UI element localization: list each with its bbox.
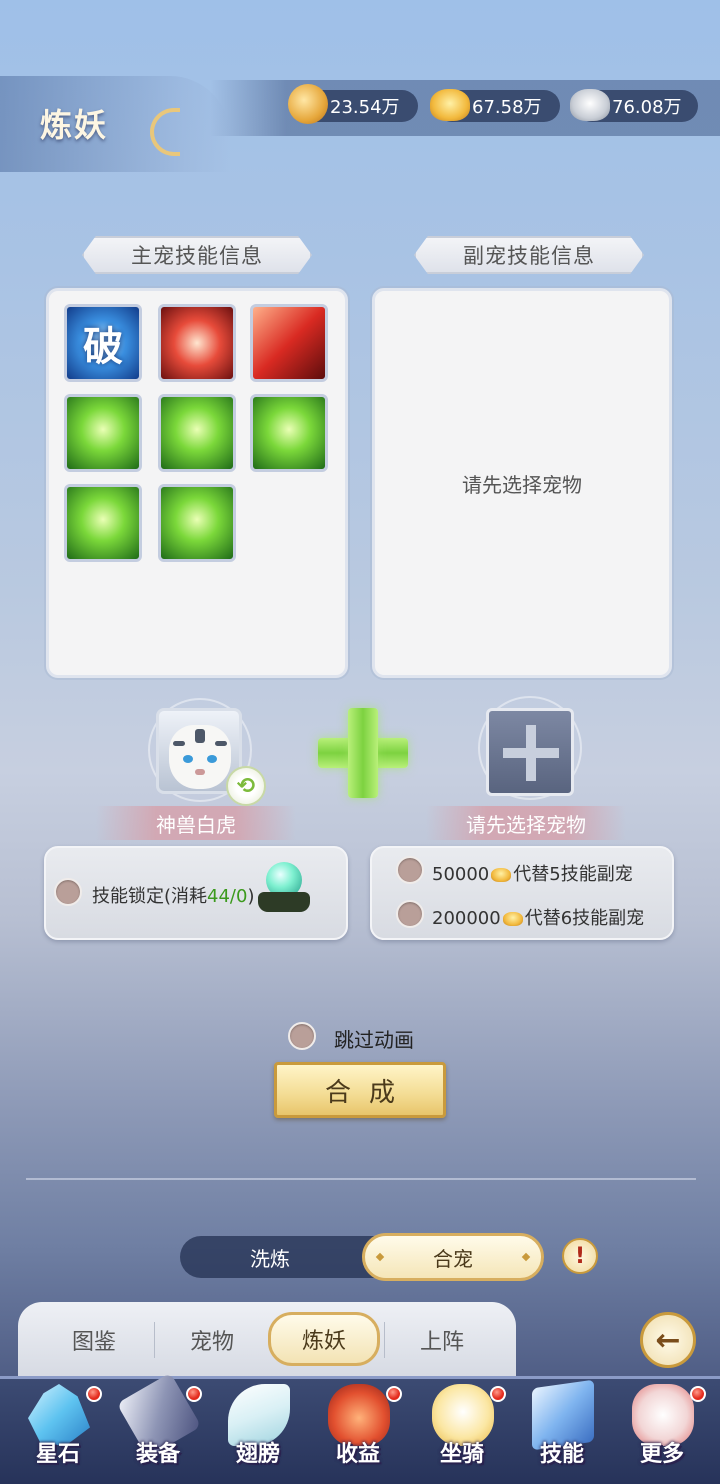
white-tiger-icon: [169, 725, 231, 789]
nav-label: 坐骑: [439, 1442, 484, 1467]
break-skill-icon[interactable]: 破: [64, 304, 142, 382]
swap-pet-icon[interactable]: ⟲: [226, 766, 266, 806]
nav-star-stone[interactable]: 星石: [10, 1380, 106, 1480]
spirit-orb-icon: [258, 862, 310, 912]
nav-equipment[interactable]: 装备: [110, 1372, 206, 1480]
replace-5-label: 50000 代替5技能副宠: [432, 864, 633, 885]
skip-animation-label: 跳过动画: [334, 1028, 414, 1052]
resource-silver[interactable]: 76.08万: [570, 89, 698, 122]
wind-dash-skill-icon[interactable]: [64, 394, 142, 472]
skip-animation-radio[interactable]: [288, 1022, 316, 1050]
swift-run-skill-icon[interactable]: [250, 394, 328, 472]
tab-refine[interactable]: 洗炼: [180, 1236, 360, 1278]
sub-panel-empty-text: 请先选择宠物: [462, 472, 582, 497]
title-plate: [0, 76, 230, 172]
notification-badge: [386, 1386, 402, 1402]
tab-merge-pet[interactable]: 合宠: [362, 1233, 544, 1281]
notification-badge: [186, 1386, 202, 1402]
main-pet-name: 神兽白虎: [96, 806, 296, 840]
tab-divider: [154, 1322, 155, 1358]
skill-lock-label: 技能锁定(消耗44/0): [92, 886, 255, 907]
forest-sword-skill-icon[interactable]: [158, 484, 236, 562]
gold-ingot-icon: [502, 912, 523, 926]
plus-icon-vertical: [348, 708, 378, 798]
spirit-shadow-skill-icon[interactable]: [64, 484, 142, 562]
nav-label: 翅膀: [235, 1442, 280, 1467]
resource-value: 23.54万: [330, 97, 400, 118]
skill-lock-radio[interactable]: [54, 878, 82, 906]
silver-ingot-icon: [570, 89, 610, 121]
notification-badge: [490, 1386, 506, 1402]
add-sub-pet-button[interactable]: [486, 708, 574, 796]
tab-deploy[interactable]: 上阵: [386, 1316, 498, 1364]
resource-value: 76.08万: [612, 97, 682, 118]
replace-6-label: 200000 代替6技能副宠: [432, 908, 645, 929]
nav-label: 星石: [35, 1442, 80, 1467]
nav-wings[interactable]: 翅膀: [210, 1380, 306, 1480]
tab-encyclopedia[interactable]: 图鉴: [38, 1316, 150, 1364]
divider: [26, 1178, 696, 1180]
nav-mount[interactable]: 坐骑: [414, 1380, 510, 1480]
tab-divider: [384, 1322, 385, 1358]
notification-badge: [690, 1386, 706, 1402]
gold-ingot-icon: [491, 868, 512, 882]
resource-value: 67.58万: [472, 97, 542, 118]
replace-6-radio[interactable]: [396, 900, 424, 928]
notification-badge: [86, 1386, 102, 1402]
resource-dragon-coin[interactable]: 23.54万: [288, 84, 418, 124]
nav-label: 更多: [639, 1442, 684, 1467]
synthesize-button[interactable]: 合成: [274, 1062, 446, 1118]
main-skill-header: 主宠技能信息: [82, 236, 312, 274]
sub-pet-name: 请先选择宠物: [426, 806, 626, 840]
nav-income[interactable]: 收益: [310, 1380, 406, 1480]
nav-skills[interactable]: 技能: [514, 1379, 610, 1480]
back-arrow-icon[interactable]: ←: [640, 1312, 696, 1368]
sub-skill-header: 副宠技能信息: [414, 236, 644, 274]
replace-5-radio[interactable]: [396, 856, 424, 884]
fire-slash-skill-icon[interactable]: [250, 304, 328, 382]
nav-label: 装备: [135, 1442, 180, 1467]
beast-roar-skill-icon[interactable]: [158, 394, 236, 472]
resource-gold[interactable]: 67.58万: [430, 89, 560, 122]
skill-glyph: 破: [83, 323, 123, 370]
add-icon: [503, 748, 559, 758]
nav-label: 技能: [539, 1442, 584, 1467]
gold-ingot-icon: [430, 89, 470, 121]
help-icon[interactable]: !: [562, 1238, 598, 1274]
nav-label: 收益: [335, 1442, 380, 1467]
tab-pets[interactable]: 宠物: [156, 1316, 268, 1364]
page-title: 炼妖: [40, 106, 109, 144]
tab-refine-demon[interactable]: 炼妖: [268, 1312, 380, 1366]
dragon-coin-icon: [288, 84, 328, 124]
sub-skill-panel: 请先选择宠物: [372, 288, 672, 678]
nav-more[interactable]: 更多: [614, 1380, 710, 1480]
lightning-fist-skill-icon[interactable]: [158, 304, 236, 382]
